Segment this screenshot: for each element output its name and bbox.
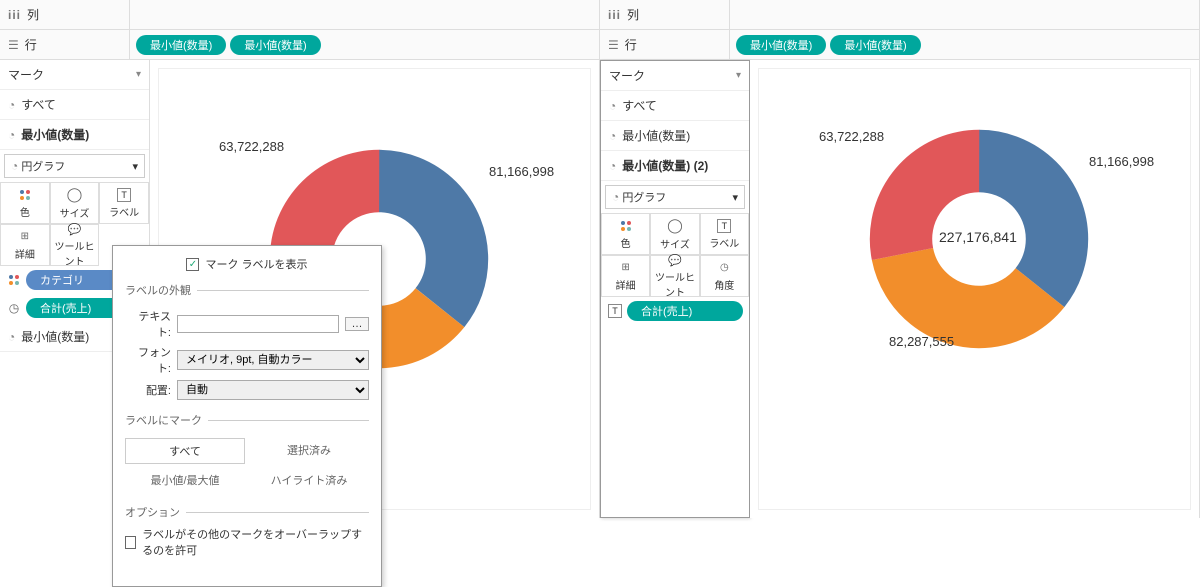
font-label: フォント: bbox=[125, 344, 171, 376]
rows-label: 行 bbox=[25, 36, 37, 53]
mark-pill-sum[interactable]: T合計(売上) bbox=[601, 297, 749, 325]
color-icon bbox=[9, 275, 19, 285]
row-pill-0[interactable]: 最小値(数量) bbox=[736, 35, 826, 55]
detail-cell[interactable]: 詳細 bbox=[601, 255, 650, 297]
chart-label-center: 227,176,841 bbox=[939, 229, 1017, 245]
angle-icon bbox=[6, 301, 22, 315]
font-select[interactable]: メイリオ, 9pt, 自動カラー bbox=[177, 350, 369, 370]
color-icon bbox=[20, 190, 30, 200]
text-icon: T bbox=[608, 304, 622, 318]
size-cell[interactable]: サイズ bbox=[50, 182, 100, 224]
pie-icon bbox=[11, 161, 18, 173]
color-icon bbox=[621, 221, 631, 231]
viz-area-right: 63,722,288 81,166,998 82,287,555 227,176… bbox=[750, 60, 1199, 518]
label-popup: マーク ラベルを表示 ラベルの外観 テキスト: … フォント: メイリオ, 9pt,… bbox=[112, 245, 382, 587]
clock-icon bbox=[609, 159, 616, 173]
show-label-text: マーク ラベルを表示 bbox=[205, 256, 307, 272]
label-cell[interactable]: Tラベル bbox=[700, 213, 749, 255]
marks-card: マーク▾ すべて 最小値(数量) 最小値(数量) (2) 円グラフ▾ 色 サイズ… bbox=[600, 60, 750, 518]
detail-icon bbox=[21, 229, 29, 244]
angle-cell[interactable]: 角度 bbox=[700, 255, 749, 297]
dropdown-icon: ▾ bbox=[732, 191, 738, 204]
marks-section-active[interactable]: 最小値(数量) (2) bbox=[601, 151, 749, 181]
color-cell[interactable]: 色 bbox=[0, 182, 50, 224]
chart-label-red: 63,722,288 bbox=[819, 129, 884, 144]
marks-all[interactable]: すべて bbox=[601, 91, 749, 121]
align-label: 配置: bbox=[125, 382, 171, 398]
detail-cell[interactable]: 詳細 bbox=[0, 224, 50, 266]
marks-section-active[interactable]: 最小値(数量) bbox=[0, 120, 149, 150]
tooltip-cell[interactable]: ツールヒント bbox=[50, 224, 100, 266]
chart-label-blue: 81,166,998 bbox=[489, 164, 554, 179]
size-cell[interactable]: サイズ bbox=[650, 213, 699, 255]
overlap-text: ラベルがその他のマークをオーバーラップするのを許可 bbox=[142, 526, 369, 558]
columns-icon bbox=[8, 8, 21, 22]
label-icon: T bbox=[117, 188, 131, 202]
tooltip-icon bbox=[668, 254, 682, 267]
columns-icon bbox=[608, 8, 621, 22]
rows-shelf[interactable]: 行 最小値(数量) 最小値(数量) bbox=[0, 30, 599, 60]
clock-icon bbox=[609, 99, 616, 113]
rows-shelf[interactable]: 行 最小値(数量) 最小値(数量) bbox=[600, 30, 1199, 60]
columns-shelf[interactable]: 列 bbox=[600, 0, 1199, 30]
columns-shelf[interactable]: 列 bbox=[0, 0, 599, 30]
label-cell[interactable]: Tラベル bbox=[99, 182, 149, 224]
color-cell[interactable]: 色 bbox=[601, 213, 650, 255]
chart-label-red: 63,722,288 bbox=[219, 139, 284, 154]
label-selected[interactable]: 選択済み bbox=[249, 438, 369, 464]
marks-section-1[interactable]: 最小値(数量) bbox=[601, 121, 749, 151]
label-highlighted[interactable]: ハイライト済み bbox=[249, 468, 369, 492]
rows-icon bbox=[8, 38, 19, 52]
text-ellipsis-button[interactable]: … bbox=[345, 317, 369, 331]
angle-icon bbox=[720, 260, 729, 275]
clock-icon bbox=[609, 129, 616, 143]
label-minmax[interactable]: 最小値/最大値 bbox=[125, 468, 245, 492]
tooltip-cell[interactable]: ツールヒント bbox=[650, 255, 699, 297]
size-icon bbox=[67, 187, 83, 203]
mark-type-select[interactable]: 円グラフ▾ bbox=[605, 185, 745, 209]
row-pill-1[interactable]: 最小値(数量) bbox=[830, 35, 920, 55]
chart-label-orange: 82,287,555 bbox=[889, 334, 954, 349]
clock-icon bbox=[8, 98, 15, 112]
overlap-checkbox[interactable] bbox=[125, 536, 136, 549]
size-icon bbox=[667, 218, 683, 234]
columns-label: 列 bbox=[27, 6, 39, 23]
marks-title: マーク▾ bbox=[601, 61, 749, 91]
row-pill-0[interactable]: 最小値(数量) bbox=[136, 35, 226, 55]
labelmarks-legend: ラベルにマーク bbox=[125, 412, 208, 428]
rows-icon bbox=[608, 38, 619, 52]
marks-all[interactable]: すべて bbox=[0, 90, 149, 120]
detail-icon bbox=[621, 260, 629, 275]
caret-icon[interactable]: ▾ bbox=[736, 70, 741, 81]
caret-icon[interactable]: ▾ bbox=[136, 69, 141, 80]
mark-type-select[interactable]: 円グラフ▾ bbox=[4, 154, 145, 178]
chart-label-blue: 81,166,998 bbox=[1089, 154, 1154, 169]
align-select[interactable]: 自動 bbox=[177, 380, 369, 400]
text-input[interactable] bbox=[177, 315, 339, 333]
clock-icon bbox=[8, 330, 15, 344]
panel-left: 列 行 最小値(数量) 最小値(数量) マーク▾ すべて 最小値(数量) 円グラ… bbox=[0, 0, 600, 518]
appearance-legend: ラベルの外観 bbox=[125, 282, 197, 298]
row-pill-1[interactable]: 最小値(数量) bbox=[230, 35, 320, 55]
text-label: テキスト: bbox=[125, 308, 171, 340]
panel-right: 列 行 最小値(数量) 最小値(数量) マーク▾ すべて 最小値(数量) 最小値… bbox=[600, 0, 1200, 518]
rows-label: 行 bbox=[625, 36, 637, 53]
columns-label: 列 bbox=[627, 6, 639, 23]
show-label-checkbox[interactable] bbox=[186, 258, 199, 271]
pie-icon bbox=[612, 192, 619, 204]
marks-title: マーク▾ bbox=[0, 60, 149, 90]
tooltip-icon bbox=[68, 223, 82, 236]
dropdown-icon: ▾ bbox=[132, 160, 138, 173]
label-all-button[interactable]: すべて bbox=[125, 438, 245, 464]
clock-icon bbox=[8, 128, 15, 142]
label-icon: T bbox=[717, 219, 731, 233]
